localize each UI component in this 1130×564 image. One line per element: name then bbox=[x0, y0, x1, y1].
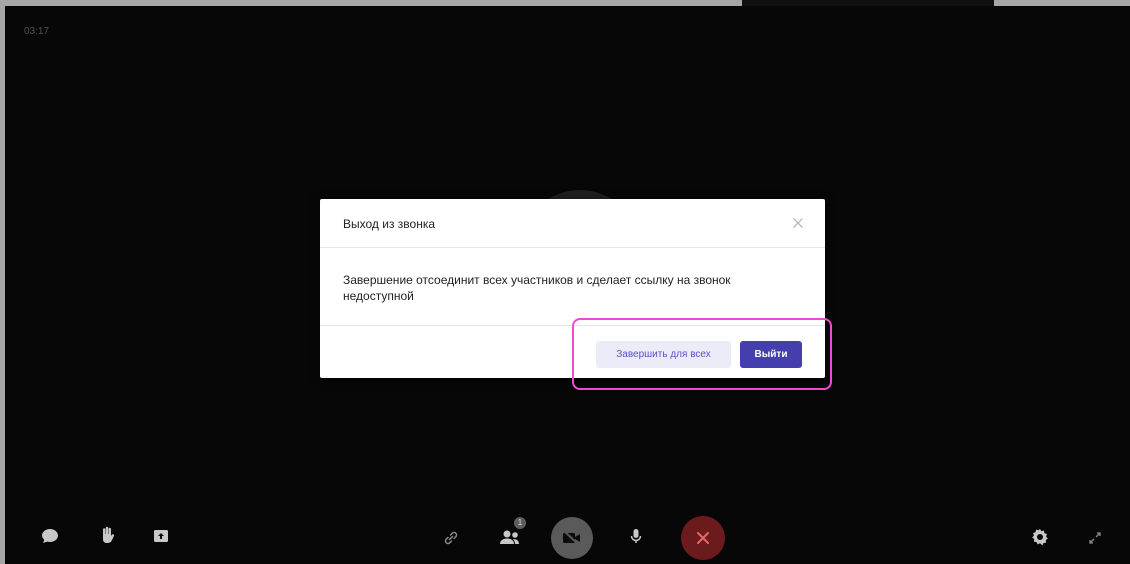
dialog-footer: Завершить для всех Выйти bbox=[320, 325, 825, 379]
settings-icon[interactable] bbox=[1029, 526, 1051, 548]
dialog-title: Выход из звонка bbox=[343, 217, 436, 231]
chat-icon[interactable] bbox=[39, 525, 61, 547]
link-icon[interactable] bbox=[440, 527, 462, 549]
exit-button[interactable]: Выйти bbox=[740, 341, 802, 368]
end-for-all-button[interactable]: Завершить для всех bbox=[596, 341, 731, 368]
fullscreen-icon[interactable] bbox=[1085, 528, 1105, 548]
hang-up-button[interactable] bbox=[681, 516, 725, 560]
camera-off-icon bbox=[563, 530, 580, 546]
participants-icon[interactable]: 1 bbox=[496, 517, 526, 549]
dialog-header: Выход из звонка bbox=[320, 199, 825, 248]
dialog-message: Завершение отсоединит всех участников и … bbox=[343, 273, 731, 303]
hang-up-icon bbox=[697, 532, 709, 544]
leave-call-dialog: Выход из звонка Завершение отсоединит вс… bbox=[320, 199, 825, 378]
share-screen-icon[interactable] bbox=[150, 525, 172, 547]
participants-count-badge: 1 bbox=[514, 517, 526, 529]
camera-off-button[interactable] bbox=[551, 517, 593, 559]
close-icon[interactable] bbox=[786, 211, 810, 235]
raise-hand-icon[interactable] bbox=[96, 524, 118, 546]
call-timer: 03:17 bbox=[24, 26, 50, 37]
microphone-icon[interactable] bbox=[625, 525, 647, 547]
